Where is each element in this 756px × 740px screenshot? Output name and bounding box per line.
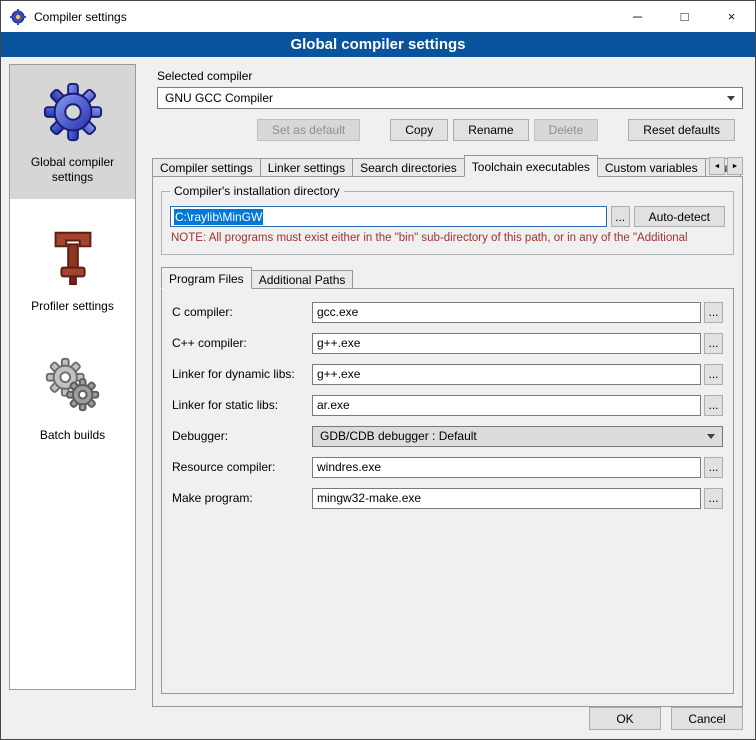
compiler-action-buttons: Set as default Copy Rename Delete Reset …	[146, 119, 735, 141]
make-program-browse-button[interactable]: ...	[704, 488, 723, 509]
tab-compiler-settings[interactable]: Compiler settings	[152, 158, 261, 177]
subtab-additional-paths[interactable]: Additional Paths	[251, 270, 354, 289]
settings-sidebar: Global compiler settings Profiler settin…	[9, 64, 136, 690]
sidebar-item-label: Global compiler settings	[16, 155, 129, 185]
gray-gears-icon	[42, 354, 104, 416]
field-label: C compiler:	[172, 305, 312, 319]
sidebar-item-profiler-settings[interactable]: Profiler settings	[10, 209, 135, 328]
app-icon	[10, 9, 26, 25]
form-row-c-compiler: C compiler: ...	[172, 301, 723, 323]
cancel-button[interactable]: Cancel	[671, 707, 743, 730]
field-label: Linker for static libs:	[172, 398, 312, 412]
spacer	[365, 119, 385, 141]
resource-compiler-input[interactable]	[312, 457, 701, 478]
sidebar-item-batch-builds[interactable]: Batch builds	[10, 338, 135, 457]
tab-scroll-left-button[interactable]: ◄	[709, 157, 725, 175]
form-row-static-linker: Linker for static libs: ...	[172, 394, 723, 416]
dialog-footer: OK Cancel	[589, 707, 743, 730]
blue-gear-icon	[42, 81, 104, 143]
main-panel: Selected compiler GNU GCC Compiler Set a…	[146, 63, 749, 707]
dynamic-linker-browse-button[interactable]: ...	[704, 364, 723, 385]
caption-buttons: ─ □ ×	[614, 1, 755, 32]
installation-directory-row: C:\raylib\MinGW ... Auto-detect	[170, 206, 725, 227]
settings-tabstrip: Compiler settings Linker settings Search…	[152, 155, 743, 177]
subtab-program-files[interactable]: Program Files	[161, 267, 252, 289]
installation-directory-group: Compiler's installation directory C:\ray…	[161, 191, 734, 255]
minimize-icon: ─	[633, 9, 642, 24]
installation-directory-group-label: Compiler's installation directory	[170, 184, 344, 198]
tab-toolchain-executables[interactable]: Toolchain executables	[464, 155, 598, 177]
program-files-tabs: Program Files Additional Paths	[161, 267, 734, 289]
form-row-cpp-compiler: C++ compiler: ...	[172, 332, 723, 354]
window-title: Compiler settings	[34, 10, 127, 24]
close-button[interactable]: ×	[708, 1, 755, 32]
scroll-left-icon: ◄	[714, 163, 721, 170]
installation-dir-value: C:\raylib\MinGW	[174, 209, 263, 225]
sidebar-item-global-compiler-settings[interactable]: Global compiler settings	[10, 65, 135, 199]
tab-scroll-right-button[interactable]: ►	[727, 157, 743, 175]
form-row-dynamic-linker: Linker for dynamic libs: ...	[172, 363, 723, 385]
form-row-debugger: Debugger: GDB/CDB debugger : Default	[172, 425, 723, 447]
program-files-tabstrip: Program Files Additional Paths	[161, 267, 734, 289]
selected-compiler-label: Selected compiler	[157, 69, 749, 83]
c-compiler-browse-button[interactable]: ...	[704, 302, 723, 323]
sidebar-item-label: Profiler settings	[31, 299, 114, 314]
static-linker-browse-button[interactable]: ...	[704, 395, 723, 416]
cpp-compiler-browse-button[interactable]: ...	[704, 333, 723, 354]
cpp-compiler-input[interactable]	[312, 333, 701, 354]
field-label: Resource compiler:	[172, 460, 312, 474]
ok-button[interactable]: OK	[589, 707, 661, 730]
selected-compiler-select[interactable]: GNU GCC Compiler	[157, 87, 743, 109]
dynamic-linker-input[interactable]	[312, 364, 701, 385]
reset-defaults-button[interactable]: Reset defaults	[628, 119, 735, 141]
settings-tabs: Compiler settings Linker settings Search…	[152, 155, 743, 177]
tab-scroll-buttons: ◄ ►	[709, 157, 743, 175]
dropdown-arrow-icon	[727, 96, 735, 101]
autodetect-button[interactable]: Auto-detect	[634, 206, 725, 227]
debugger-select-value: GDB/CDB debugger : Default	[320, 429, 477, 443]
static-linker-input[interactable]	[312, 395, 701, 416]
titlebar: Compiler settings ─ □ ×	[1, 1, 755, 32]
compiler-settings-window: Compiler settings ─ □ × Global compiler …	[0, 0, 756, 740]
maximize-button[interactable]: □	[661, 1, 708, 32]
form-row-make-program: Make program: ...	[172, 487, 723, 509]
close-icon: ×	[728, 9, 736, 24]
c-compiler-input[interactable]	[312, 302, 701, 323]
debugger-select[interactable]: GDB/CDB debugger : Default	[312, 426, 723, 447]
rename-button[interactable]: Rename	[453, 119, 528, 141]
dropdown-arrow-icon	[707, 434, 715, 439]
maximize-icon: □	[681, 9, 689, 24]
profiler-clamp-icon	[42, 225, 104, 287]
scroll-right-icon: ►	[732, 163, 739, 170]
program-files-panel: C compiler: ... C++ compiler: ... Linker…	[161, 288, 734, 694]
dialog-header: Global compiler settings	[1, 32, 755, 57]
form-row-resource-compiler: Resource compiler: ...	[172, 456, 723, 478]
sidebar-item-label: Batch builds	[40, 428, 105, 443]
delete-button[interactable]: Delete	[534, 119, 599, 141]
spacer	[603, 119, 623, 141]
copy-button[interactable]: Copy	[390, 119, 448, 141]
tab-custom-variables[interactable]: Custom variables	[597, 158, 706, 177]
make-program-input[interactable]	[312, 488, 701, 509]
resource-compiler-browse-button[interactable]: ...	[704, 457, 723, 478]
tab-search-directories[interactable]: Search directories	[352, 158, 465, 177]
installation-dir-input[interactable]: C:\raylib\MinGW	[170, 206, 607, 227]
toolchain-executables-panel: Compiler's installation directory C:\ray…	[152, 176, 743, 707]
field-label: Make program:	[172, 491, 312, 505]
field-label: Debugger:	[172, 429, 312, 443]
field-label: C++ compiler:	[172, 336, 312, 350]
set-as-default-button[interactable]: Set as default	[257, 119, 360, 141]
field-label: Linker for dynamic libs:	[172, 367, 312, 381]
installation-dir-browse-button[interactable]: ...	[611, 206, 630, 227]
minimize-button[interactable]: ─	[614, 1, 661, 32]
selected-compiler-value: GNU GCC Compiler	[165, 91, 273, 105]
dialog-header-title: Global compiler settings	[290, 36, 465, 53]
bin-directory-note: NOTE: All programs must exist either in …	[171, 232, 724, 244]
tab-linker-settings[interactable]: Linker settings	[260, 158, 353, 177]
